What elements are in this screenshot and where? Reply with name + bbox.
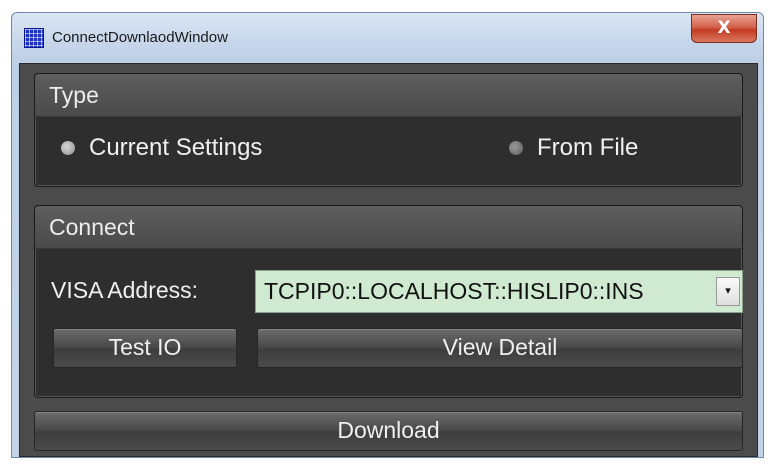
type-group-title: Type [35, 74, 742, 117]
radio-from-file[interactable]: From File [509, 134, 638, 162]
radio-selected-icon [61, 141, 75, 155]
window-title: ConnectDownlaodWindow [52, 29, 228, 46]
connect-group-title: Connect [35, 206, 742, 249]
window-content: Type Current Settings From File Connect … [19, 63, 758, 457]
download-button[interactable]: Download [34, 411, 743, 451]
dropdown-arrow-icon[interactable]: ▾ [716, 277, 740, 306]
visa-address-combobox[interactable]: TCPIP0::LOCALHOST::HISLIP0::INS ▾ [255, 270, 743, 313]
app-grid-icon [24, 28, 44, 48]
radio-from-file-label: From File [537, 134, 639, 161]
close-button[interactable]: X [691, 14, 757, 43]
radio-unselected-icon [509, 141, 523, 155]
radio-current-settings-label: Current Settings [89, 134, 263, 161]
radio-current-settings[interactable]: Current Settings [61, 134, 262, 162]
type-group: Type Current Settings From File [34, 73, 743, 187]
visa-address-label: VISA Address: [51, 277, 199, 303]
test-io-button[interactable]: Test IO [53, 328, 237, 368]
connect-download-window: ConnectDownlaodWindow X Type Current Set… [11, 12, 764, 458]
title-bar[interactable]: ConnectDownlaodWindow X [12, 13, 763, 63]
connect-group: Connect VISA Address: TCPIP0::LOCALHOST:… [34, 205, 743, 398]
view-detail-button[interactable]: View Detail [257, 328, 743, 368]
visa-address-value[interactable]: TCPIP0::LOCALHOST::HISLIP0::INS [264, 271, 710, 312]
